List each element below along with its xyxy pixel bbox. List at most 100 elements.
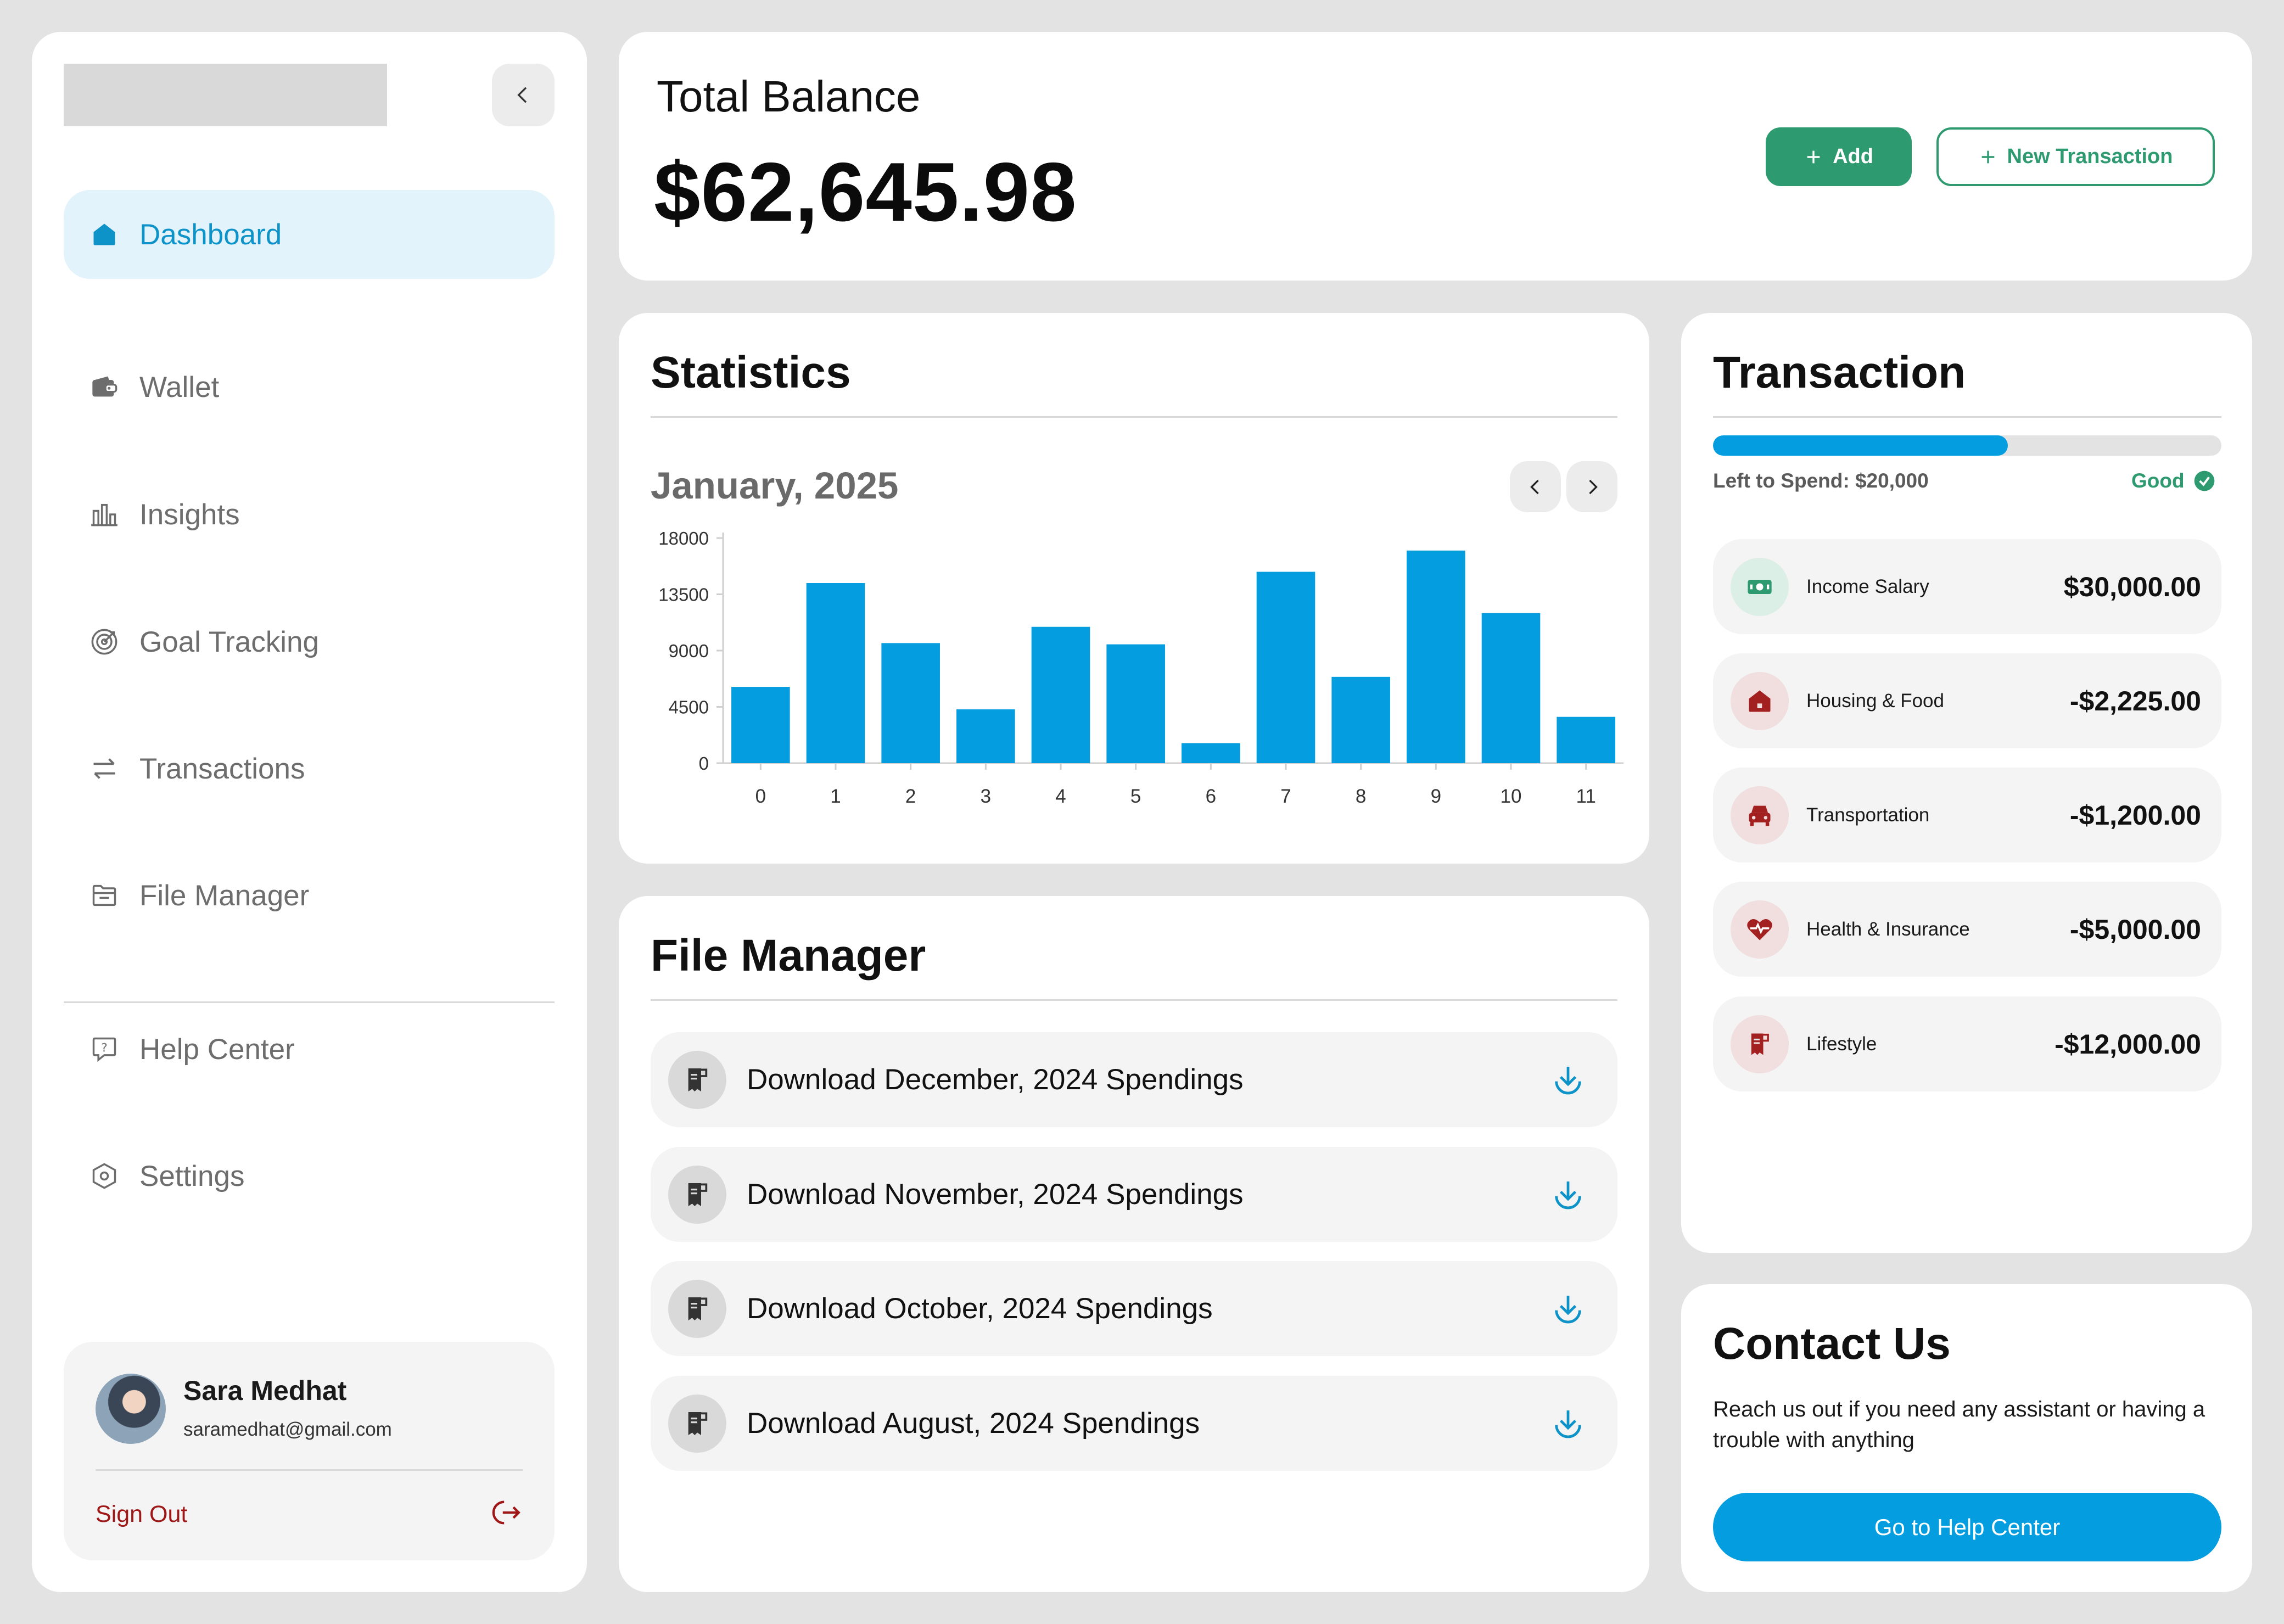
transaction-card: Transaction Left to Spend: $20,000 Good … xyxy=(1681,313,2252,1253)
budget-status: Good xyxy=(2131,469,2215,492)
month-label: January, 2025 xyxy=(651,464,899,507)
previous-month-button[interactable] xyxy=(1510,461,1561,512)
transaction-amount: -$5,000.00 xyxy=(2069,914,2201,945)
file-row[interactable]: Download August, 2024 Spendings xyxy=(651,1376,1617,1471)
sign-out-link[interactable]: Sign Out xyxy=(96,1501,187,1528)
chart-bar xyxy=(1407,550,1465,763)
file-row[interactable]: Download December, 2024 Spendings xyxy=(651,1032,1617,1127)
sidebar-item-dashboard[interactable]: Dashboard xyxy=(64,190,555,279)
balance-label: Total Balance xyxy=(657,72,921,121)
house-icon xyxy=(1731,671,1789,730)
go-to-help-center-button[interactable]: Go to Help Center xyxy=(1713,1493,2221,1561)
transaction-label: Health & Insurance xyxy=(1806,918,1970,940)
sidebar-item-help-center[interactable]: ? Help Center xyxy=(64,1005,555,1094)
budget-progress-fill xyxy=(1713,435,2008,456)
user-profile-card: Sara Medhat saramedhat@gmail.com Sign Ou… xyxy=(64,1342,555,1560)
collapse-sidebar-button[interactable] xyxy=(492,64,555,126)
plus-icon xyxy=(1807,150,1820,163)
file-label: Download November, 2024 Spendings xyxy=(747,1178,1244,1211)
sidebar-item-transactions[interactable]: Transactions xyxy=(64,724,555,813)
transaction-row-transportation[interactable]: Transportation -$1,200.00 xyxy=(1713,768,2221,863)
transaction-label: Income Salary xyxy=(1806,575,1929,597)
new-transaction-label: New Transaction xyxy=(2007,145,2173,168)
wallet-icon xyxy=(87,369,122,405)
chart-bar xyxy=(956,709,1015,763)
chart-bar xyxy=(806,583,865,763)
y-tick-label: 9000 xyxy=(669,641,709,661)
sidebar-item-settings[interactable]: Settings xyxy=(64,1132,555,1220)
download-icon[interactable] xyxy=(1550,1406,1586,1441)
x-tick-label: 0 xyxy=(755,786,766,807)
home-icon xyxy=(87,217,122,252)
budget-status-label: Good xyxy=(2131,469,2185,492)
x-tick-label: 4 xyxy=(1055,786,1066,807)
y-tick-label: 0 xyxy=(699,753,709,774)
sidebar-item-label: Settings xyxy=(139,1160,245,1192)
document-icon xyxy=(668,1394,726,1453)
sidebar-item-label: Wallet xyxy=(139,371,220,404)
chart-bar xyxy=(1031,626,1090,763)
money-icon xyxy=(1731,557,1789,616)
sidebar-item-label: File Manager xyxy=(139,879,310,912)
bar-chart-icon xyxy=(87,497,122,532)
x-tick-label: 8 xyxy=(1356,786,1366,807)
file-manager-title: File Manager xyxy=(651,931,926,981)
balance-card: Total Balance $62,645.98 Add New Transac… xyxy=(619,32,2252,281)
sidebar-item-wallet[interactable]: Wallet xyxy=(64,343,555,432)
spending-bar-chart: 0 4500 9000 13500 18000 0 1 2 3 4 5 6 7 8 9 10 11 xyxy=(658,528,1624,807)
help-chat-icon: ? xyxy=(87,1032,122,1067)
chart-bar xyxy=(731,687,790,763)
x-tick-label: 1 xyxy=(830,786,841,807)
chart-bar xyxy=(1256,572,1315,763)
sidebar-item-insights[interactable]: Insights xyxy=(64,470,555,559)
download-icon[interactable] xyxy=(1550,1177,1586,1212)
budget-progress-bar xyxy=(1713,435,2221,456)
file-row[interactable]: Download October, 2024 Spendings xyxy=(651,1261,1617,1356)
transaction-row-health-insurance[interactable]: Health & Insurance -$5,000.00 xyxy=(1713,882,2221,977)
transaction-row-housing-food[interactable]: Housing & Food -$2,225.00 xyxy=(1713,653,2221,748)
transaction-amount: -$12,000.00 xyxy=(2055,1028,2201,1060)
next-month-button[interactable] xyxy=(1566,461,1617,512)
transaction-row-income-salary[interactable]: Income Salary $30,000.00 xyxy=(1713,539,2221,634)
car-icon xyxy=(1731,786,1789,844)
y-tick-label: 13500 xyxy=(658,585,709,605)
document-icon xyxy=(668,1279,726,1338)
x-tick-label: 5 xyxy=(1130,786,1141,807)
transaction-row-lifestyle[interactable]: Lifestyle -$12,000.00 xyxy=(1713,996,2221,1091)
transaction-label: Lifestyle xyxy=(1806,1033,1877,1055)
download-icon[interactable] xyxy=(1550,1062,1586,1097)
user-email: saramedhat@gmail.com xyxy=(183,1419,392,1440)
target-icon xyxy=(87,624,122,659)
sidebar-item-label: Insights xyxy=(139,498,240,531)
document-icon xyxy=(668,1050,726,1109)
logout-icon[interactable] xyxy=(491,1497,523,1528)
transaction-label: Transportation xyxy=(1806,804,1930,826)
avatar[interactable] xyxy=(96,1374,166,1444)
transaction-amount: -$1,200.00 xyxy=(2069,799,2201,831)
add-button[interactable]: Add xyxy=(1766,127,1912,186)
x-tick-label: 9 xyxy=(1431,786,1441,807)
transaction-amount: $30,000.00 xyxy=(2063,571,2201,602)
sidebar-item-goal-tracking[interactable]: Goal Tracking xyxy=(64,597,555,686)
file-row[interactable]: Download November, 2024 Spendings xyxy=(651,1147,1617,1242)
y-tick-label: 18000 xyxy=(658,528,709,548)
chart-bar xyxy=(1557,716,1615,763)
file-label: Download October, 2024 Spendings xyxy=(747,1292,1213,1325)
sidebar-item-label: Help Center xyxy=(139,1033,295,1066)
statistics-card: Statistics January, 2025 0 4500 9000 13500 1… xyxy=(619,313,1649,864)
contact-card: Contact Us Reach us out if you need any … xyxy=(1681,1284,2252,1592)
new-transaction-button[interactable]: New Transaction xyxy=(1936,127,2215,186)
folder-icon xyxy=(87,878,122,913)
download-icon[interactable] xyxy=(1550,1291,1586,1326)
file-label: Download August, 2024 Spendings xyxy=(747,1407,1200,1440)
sidebar-divider xyxy=(64,1001,555,1003)
sidebar-item-file-manager[interactable]: File Manager xyxy=(64,851,555,940)
x-tick-label: 6 xyxy=(1206,786,1216,807)
profile-divider xyxy=(96,1469,523,1471)
contact-title: Contact Us xyxy=(1713,1319,1951,1369)
x-tick-label: 11 xyxy=(1576,786,1596,807)
swap-arrows-icon xyxy=(87,751,122,786)
receipt-icon xyxy=(1731,1015,1789,1073)
chevron-left-icon xyxy=(1530,479,1539,494)
check-circle-icon xyxy=(2194,471,2214,491)
